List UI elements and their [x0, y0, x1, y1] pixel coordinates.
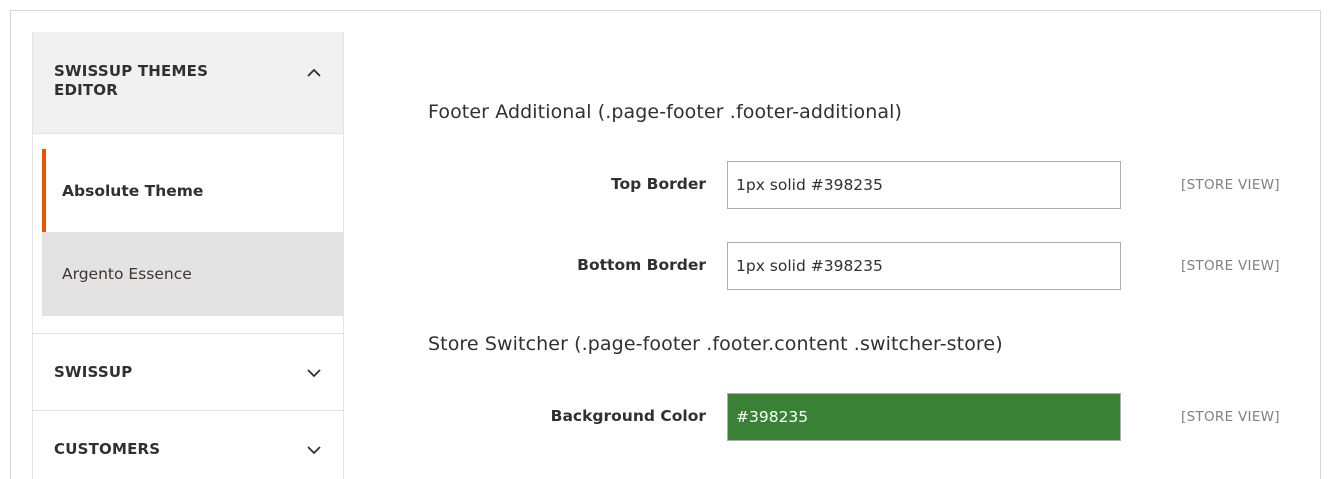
section-title: CUSTOMERS	[54, 440, 161, 458]
sidebar-item-absolute-theme[interactable]: Absolute Theme	[42, 149, 343, 233]
section-swissup[interactable]: SWISSUP	[33, 333, 343, 411]
sidebar-item-label: Absolute Theme	[62, 182, 204, 200]
group-title-footer-additional: Footer Additional (.page-footer .footer-…	[428, 101, 903, 123]
background-color-input[interactable]	[727, 393, 1121, 441]
top-border-input[interactable]	[727, 161, 1121, 209]
scope-label: [STORE VIEW]	[1181, 258, 1280, 274]
bottom-border-input[interactable]	[727, 242, 1121, 290]
sidebar-item-label: Argento Essence	[62, 265, 192, 283]
sidebar-item-argento-essence[interactable]: Argento Essence	[42, 232, 343, 316]
section-customers[interactable]: CUSTOMERS	[33, 411, 343, 479]
scope-label: [STORE VIEW]	[1181, 177, 1280, 193]
config-sidebar: SWISSUP THEMES EDITOR Absolute Theme Arg…	[32, 32, 344, 479]
section-title: SWISSUP	[54, 363, 133, 381]
section-title-line1: SWISSUP THEMES	[54, 62, 209, 80]
group-title-store-switcher: Store Switcher (.page-footer .footer.con…	[428, 333, 1003, 355]
chevron-down-icon[interactable]	[306, 368, 322, 378]
section-submenu: Absolute Theme Argento Essence	[33, 135, 343, 334]
field-label-top-border: Top Border	[610, 175, 706, 193]
field-label-background-color: Background Color	[550, 407, 706, 425]
chevron-up-icon[interactable]	[306, 68, 322, 78]
scope-label: [STORE VIEW]	[1181, 409, 1280, 425]
chevron-down-icon[interactable]	[306, 445, 322, 455]
section-swissup-themes-editor[interactable]: SWISSUP THEMES EDITOR	[33, 32, 343, 134]
section-title-line2: EDITOR	[54, 81, 119, 99]
field-label-bottom-border: Bottom Border	[577, 256, 706, 274]
section-title: SWISSUP THEMES EDITOR	[54, 62, 343, 100]
